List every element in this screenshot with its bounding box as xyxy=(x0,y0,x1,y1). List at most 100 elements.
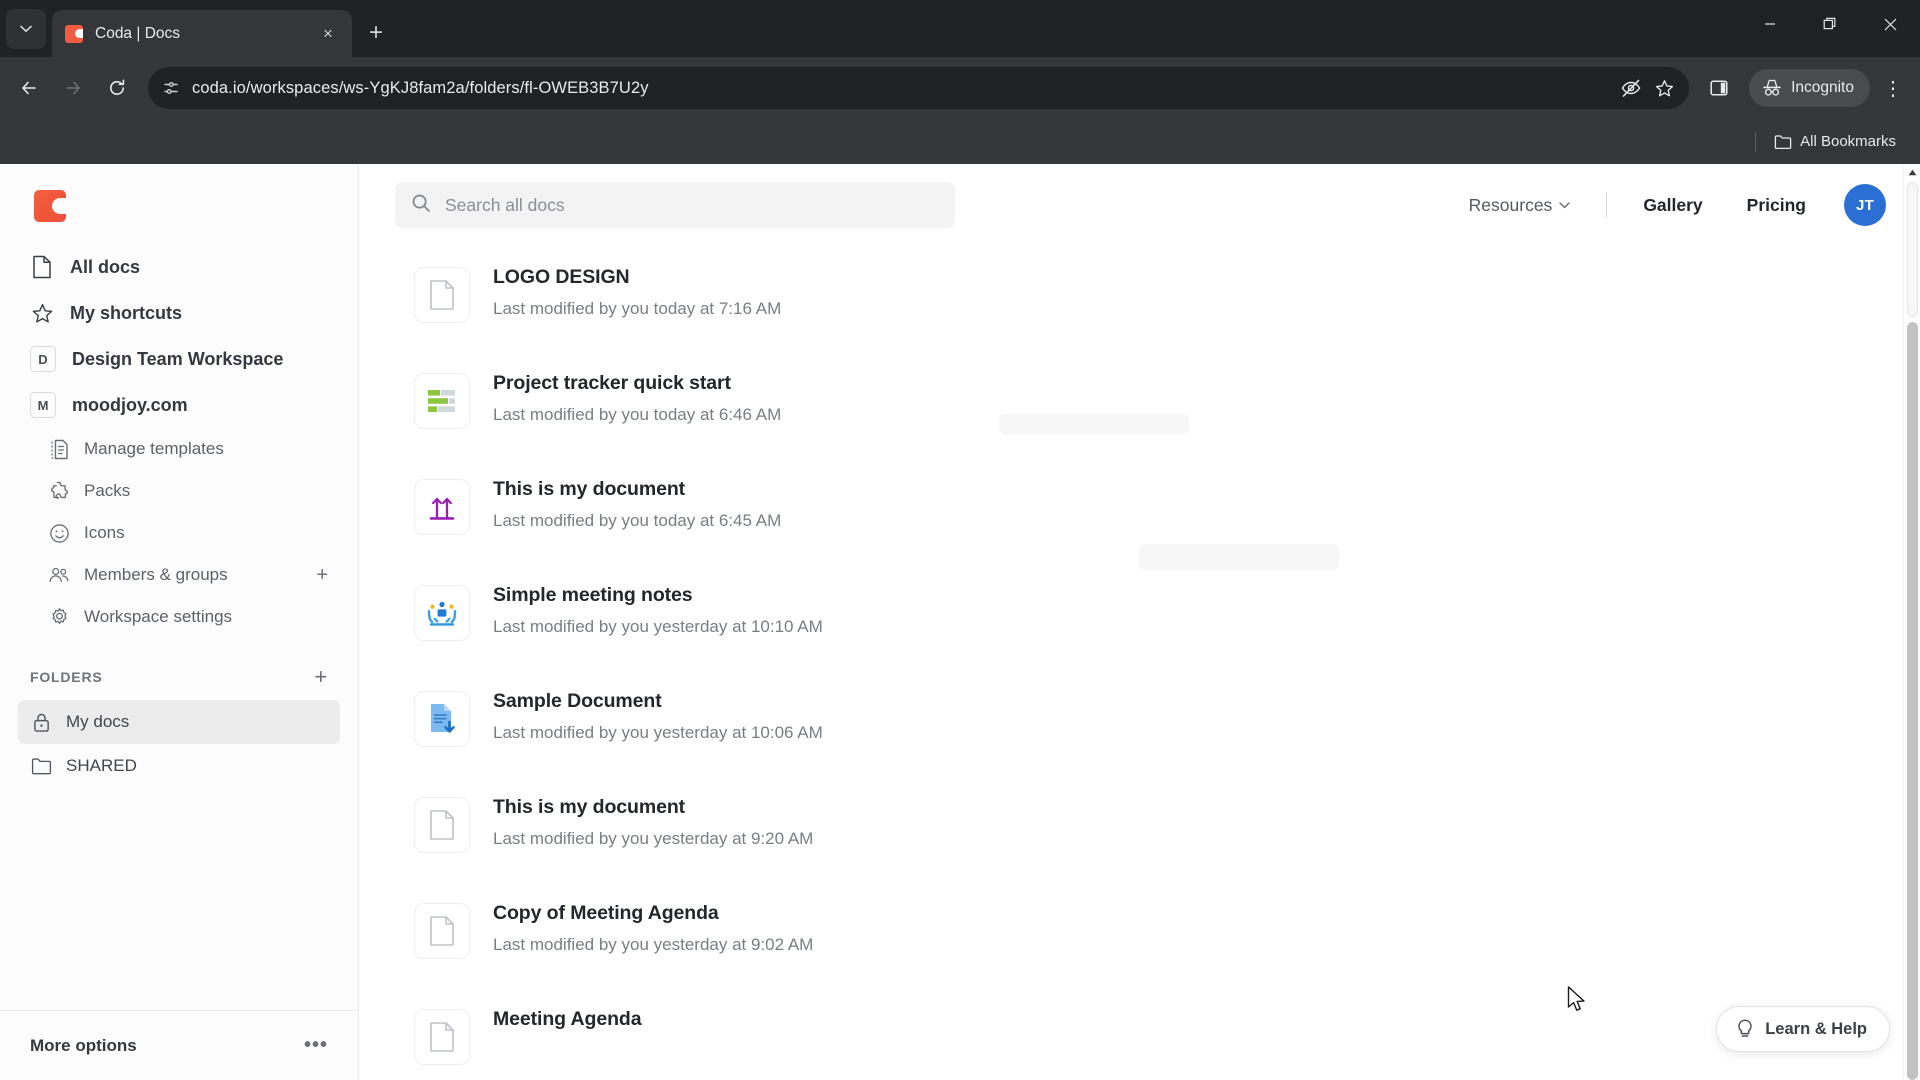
side-panel-icon xyxy=(1710,80,1728,96)
list-item[interactable]: LOGO DESIGN Last modified by you today a… xyxy=(359,252,1920,358)
folders-section-header: FOLDERS + xyxy=(18,638,340,700)
scroll-up-button[interactable] xyxy=(1904,164,1920,181)
reload-button[interactable] xyxy=(96,67,138,109)
sidebar-item-label: All docs xyxy=(70,256,141,277)
content-scrollbar[interactable] xyxy=(1903,164,1920,1080)
people-icon xyxy=(48,566,70,585)
browser-menu-button[interactable]: ⋮ xyxy=(1874,69,1912,107)
meeting-people-icon xyxy=(427,601,457,626)
lightbulb-icon xyxy=(1738,1019,1752,1037)
avatar[interactable]: JT xyxy=(1844,184,1886,226)
workspace-badge: M xyxy=(30,392,56,418)
sidebar-item-label: My shortcuts xyxy=(70,302,183,323)
ellipsis-icon[interactable]: ••• xyxy=(304,1034,328,1057)
blank-doc-icon xyxy=(430,916,454,946)
sidebar-item-workspace-settings[interactable]: Workspace settings xyxy=(18,596,340,638)
search-input[interactable] xyxy=(445,194,939,216)
minimize-icon xyxy=(1765,23,1775,25)
doc-title: This is my document xyxy=(493,796,686,818)
tracking-protection-icon[interactable] xyxy=(1620,77,1642,99)
side-panel-button[interactable] xyxy=(1699,68,1739,108)
sidebar-item-label: Members & groups xyxy=(84,565,228,584)
doc-icon xyxy=(415,1010,469,1064)
document-list: LOGO DESIGN Last modified by you today a… xyxy=(359,246,1920,1080)
list-item[interactable]: This is my document Last modified by you… xyxy=(359,782,1920,888)
blank-doc-icon xyxy=(430,810,454,840)
sidebar-item-members-and-groups[interactable]: Members & groups + xyxy=(18,554,340,596)
search-box[interactable] xyxy=(395,182,955,228)
sidebar-nav: All docs My shortcuts D Design Team Work… xyxy=(0,240,358,788)
doc-icon xyxy=(415,586,469,640)
sidebar-folder-shared[interactable]: SHARED xyxy=(18,744,340,788)
list-item[interactable]: Meeting Agenda xyxy=(359,994,1920,1080)
sidebar-item-packs[interactable]: Packs xyxy=(18,470,340,512)
gallery-link[interactable]: Gallery xyxy=(1621,185,1724,226)
all-bookmarks-button[interactable]: All Bookmarks xyxy=(1766,128,1904,155)
back-button[interactable] xyxy=(8,67,50,109)
coda-logo-wrap[interactable] xyxy=(0,164,358,240)
list-item[interactable]: This is my document Last modified by you… xyxy=(359,464,1920,570)
new-tab-button[interactable]: + xyxy=(358,15,394,51)
incognito-profile-button[interactable]: Incognito xyxy=(1749,69,1870,107)
site-settings-icon[interactable] xyxy=(162,79,180,97)
doc-text: Copy of Meeting Agenda Last modified by … xyxy=(493,898,813,955)
chevron-down-icon xyxy=(20,25,32,33)
list-item[interactable]: Project tracker quick start Last modifie… xyxy=(359,358,1920,464)
close-window-button[interactable] xyxy=(1860,0,1920,48)
blank-doc-icon xyxy=(430,280,454,310)
forward-arrow-icon xyxy=(66,81,80,95)
doc-title: Simple meeting notes xyxy=(493,584,693,606)
sidebar-item-all-docs[interactable]: All docs xyxy=(18,244,340,290)
forward-button[interactable] xyxy=(52,67,94,109)
add-folder-button[interactable]: + xyxy=(314,664,328,690)
reload-icon xyxy=(110,79,125,95)
sidebar-item-design-team-workspace[interactable]: D Design Team Workspace xyxy=(18,336,340,382)
minimize-button[interactable] xyxy=(1740,0,1800,48)
app-sidebar: All docs My shortcuts D Design Team Work… xyxy=(0,164,359,1080)
doc-subtitle: Last modified by you today at 7:16 AM xyxy=(493,299,782,318)
list-item[interactable]: Copy of Meeting Agenda Last modified by … xyxy=(359,888,1920,994)
doc-subtitle: Last modified by you yesterday at 10:06 … xyxy=(493,723,823,742)
address-bar[interactable]: coda.io/workspaces/ws-YgKJ8fam2a/folders… xyxy=(148,67,1690,109)
sidebar-item-label: Manage templates xyxy=(84,439,224,458)
learn-and-help-button[interactable]: Learn & Help xyxy=(1716,1006,1890,1052)
sidebar-item-moodjoy[interactable]: M moodjoy.com xyxy=(18,382,340,428)
close-tab-button[interactable]: × xyxy=(316,22,340,46)
document-icon xyxy=(30,255,54,279)
sidebar-item-icons[interactable]: Icons xyxy=(18,512,340,554)
incognito-hat-icon xyxy=(1763,79,1781,96)
resources-menu[interactable]: Resources xyxy=(1447,185,1593,226)
scrollbar-thumb[interactable] xyxy=(1907,182,1918,317)
all-bookmarks-label: All Bookmarks xyxy=(1800,133,1896,150)
add-member-button[interactable]: + xyxy=(316,564,328,587)
list-item[interactable]: Simple meeting notes Last modified by yo… xyxy=(359,570,1920,676)
doc-subtitle: Last modified by you yesterday at 10:10 … xyxy=(493,617,823,636)
sidebar-item-manage-templates[interactable]: Manage templates xyxy=(18,428,340,470)
main-panel: Resources Gallery Pricing JT xyxy=(359,164,1920,1080)
sidebar-item-my-shortcuts[interactable]: My shortcuts xyxy=(18,290,340,336)
maximize-button[interactable] xyxy=(1800,0,1860,48)
list-item[interactable]: Sample Document Last modified by you yes… xyxy=(359,676,1920,782)
sidebar-item-label: Packs xyxy=(84,481,131,500)
workspace-badge: D xyxy=(30,346,56,372)
bar-chart-icon xyxy=(428,390,455,412)
caret-up-icon xyxy=(1908,169,1917,176)
tab-search-button[interactable] xyxy=(6,9,46,49)
close-icon xyxy=(1884,18,1896,30)
browser-tab[interactable]: Coda | Docs × xyxy=(52,10,352,57)
doc-text: LOGO DESIGN Last modified by you today a… xyxy=(493,262,781,319)
toolbar-right-group: Incognito ⋮ xyxy=(1699,68,1912,108)
pricing-link[interactable]: Pricing xyxy=(1725,185,1828,226)
scrollbar-track[interactable] xyxy=(1907,322,1918,1080)
doc-icon xyxy=(415,374,469,428)
folder-icon xyxy=(1774,134,1792,149)
bookmark-star-icon[interactable] xyxy=(1654,78,1675,99)
doc-subtitle: Last modified by you today at 6:45 AM xyxy=(493,511,782,530)
more-options-label: More options xyxy=(30,1035,137,1055)
sidebar-folder-my-docs[interactable]: My docs xyxy=(18,700,340,744)
doc-title: Sample Document xyxy=(493,690,662,712)
doc-text: Sample Document Last modified by you yes… xyxy=(493,686,823,743)
coda-logo xyxy=(34,190,66,222)
bookmarks-bar: All Bookmarks xyxy=(0,119,1920,164)
more-options-button[interactable]: More options ••• xyxy=(0,1010,358,1080)
